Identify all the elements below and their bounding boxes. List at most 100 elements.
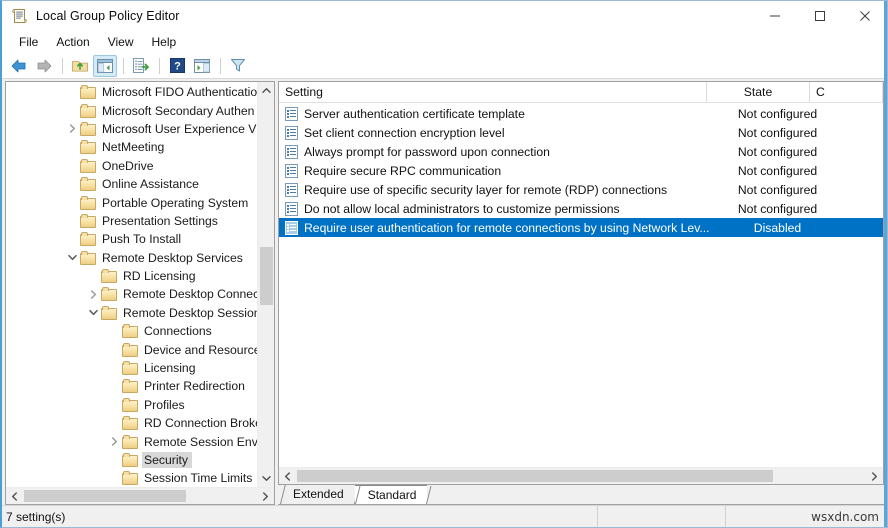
filter-button[interactable] <box>226 55 250 77</box>
tree-node-microsoft-fido-authentication[interactable]: Microsoft FIDO Authentication <box>6 83 257 101</box>
tree-node-label: Microsoft User Experience Vi <box>102 121 257 136</box>
settings-list-rows: Server authentication certificate templa… <box>279 103 883 467</box>
tree-node-label: Licensing <box>144 361 196 376</box>
table-row[interactable]: Do not allow local administrators to cus… <box>279 199 883 218</box>
setting-name-cell: Always prompt for password upon connecti… <box>304 144 550 159</box>
setting-name-cell: Do not allow local administrators to cus… <box>304 201 620 216</box>
setting-state-cell: Not configured <box>737 125 818 140</box>
back-button[interactable] <box>7 55 31 77</box>
chevron-right-icon[interactable] <box>64 120 80 138</box>
watermark-text: wsxdn.com <box>725 505 887 527</box>
settings-list-pane: Setting State C Server authentication ce… <box>278 81 884 505</box>
chevron-down-icon[interactable] <box>258 470 274 487</box>
tree-node-presentation-settings[interactable]: Presentation Settings <box>6 212 257 230</box>
setting-state-cell: Not configured <box>737 144 818 159</box>
tree-node-licensing[interactable]: Licensing <box>6 359 257 377</box>
tree-node-remote-desktop-connec[interactable]: Remote Desktop Connec <box>6 285 257 303</box>
tree-node-remote-session-envir[interactable]: Remote Session Envir <box>6 432 257 450</box>
show-hide-console-tree-button[interactable] <box>93 54 117 77</box>
menu-view[interactable]: View <box>99 33 143 51</box>
policy-setting-icon <box>285 163 298 178</box>
tree-node-session-time-limits[interactable]: Session Time Limits <box>6 469 257 487</box>
policy-setting-icon <box>285 125 298 140</box>
tab-standard[interactable]: Standard <box>354 485 432 504</box>
tree-node-label: Remote Session Envir <box>144 434 257 449</box>
show-hide-action-pane-button[interactable] <box>190 55 214 77</box>
tree-node-label: Push To Install <box>102 232 182 247</box>
table-row[interactable]: Require user authentication for remote c… <box>279 218 883 237</box>
tree-node-netmeeting[interactable]: NetMeeting <box>6 138 257 156</box>
folder-icon <box>122 471 139 486</box>
tree-node-onedrive[interactable]: OneDrive <box>6 157 257 175</box>
folder-icon <box>80 250 97 265</box>
minimize-button[interactable] <box>752 1 797 31</box>
tree-node-microsoft-user-experience-vi[interactable]: Microsoft User Experience Vi <box>6 120 257 138</box>
table-row[interactable]: Require use of specific security layer f… <box>279 180 883 199</box>
toolbar-separator <box>62 57 63 74</box>
tree-node-security[interactable]: Security <box>6 451 257 469</box>
list-hscroll-thumb[interactable] <box>297 470 773 482</box>
table-row[interactable]: Always prompt for password upon connecti… <box>279 142 883 161</box>
toolbar-separator <box>123 57 124 74</box>
tree-node-remote-desktop-services[interactable]: Remote Desktop Services <box>6 249 257 267</box>
tree-vertical-scrollbar[interactable] <box>257 82 274 487</box>
folder-icon <box>101 305 118 320</box>
chevron-right-icon[interactable] <box>85 285 101 303</box>
tree-node-profiles[interactable]: Profiles <box>6 396 257 414</box>
list-horizontal-scrollbar[interactable] <box>279 467 883 484</box>
chevron-up-icon[interactable] <box>258 82 274 99</box>
folder-icon <box>122 324 139 339</box>
table-row[interactable]: Server authentication certificate templa… <box>279 104 883 123</box>
export-list-button[interactable] <box>129 55 153 77</box>
folder-icon <box>80 121 97 136</box>
tree-horizontal-scrollbar[interactable] <box>6 487 274 504</box>
chevron-down-icon[interactable] <box>64 249 80 267</box>
menu-help[interactable]: Help <box>143 33 186 51</box>
tree-scroll-thumb[interactable] <box>260 247 273 305</box>
tree-node-label: Profiles <box>144 397 185 412</box>
help-button[interactable]: ? <box>165 55 189 77</box>
menu-action[interactable]: Action <box>47 33 98 51</box>
toolbar: ? <box>2 53 887 79</box>
list-header-row: Setting State C <box>279 82 883 103</box>
tree-node-rd-licensing[interactable]: RD Licensing <box>6 267 257 285</box>
menu-file[interactable]: File <box>10 33 47 51</box>
tree-node-label: Microsoft FIDO Authentication <box>102 85 257 100</box>
tab-extended[interactable]: Extended <box>280 485 360 504</box>
tree-node-online-assistance[interactable]: Online Assistance <box>6 175 257 193</box>
folder-icon <box>80 85 97 100</box>
tree-node-label: Online Assistance <box>102 177 199 192</box>
tree-node-remote-desktop-session[interactable]: Remote Desktop Session <box>6 304 257 322</box>
tree-node-printer-redirection[interactable]: Printer Redirection <box>6 377 257 395</box>
console-tree[interactable]: Microsoft FIDO Authentication Microsoft S… <box>6 82 274 487</box>
tree-node-microsoft-secondary-authen[interactable]: Microsoft Secondary Authen <box>6 101 257 119</box>
tree-node-portable-operating-system[interactable]: Portable Operating System <box>6 193 257 211</box>
tree-node-rd-connection-broke[interactable]: RD Connection Broke <box>6 414 257 432</box>
tree-node-label: Remote Desktop Services <box>102 250 243 265</box>
up-one-level-button[interactable] <box>68 55 92 77</box>
tree-node-device-and-resource[interactable]: Device and Resource <box>6 340 257 358</box>
settings-list-view[interactable]: Setting State C Server authentication ce… <box>278 81 884 485</box>
chevron-left-icon[interactable] <box>6 488 23 504</box>
column-header-setting[interactable]: Setting <box>279 82 707 102</box>
chevron-right-icon[interactable] <box>106 433 122 451</box>
chevron-right-icon[interactable] <box>866 468 883 484</box>
chevron-right-icon[interactable] <box>257 488 274 504</box>
chevron-left-icon[interactable] <box>279 468 296 484</box>
tree-hscroll-thumb[interactable] <box>24 490 186 502</box>
tree-node-push-to-install[interactable]: Push To Install <box>6 230 257 248</box>
table-row[interactable]: Require secure RPC communication Not conf… <box>279 161 883 180</box>
forward-button[interactable] <box>32 55 56 77</box>
column-header-state[interactable]: State <box>707 82 810 102</box>
tree-node-label: Portable Operating System <box>102 195 249 210</box>
folder-icon <box>80 158 97 173</box>
tree-node-connections[interactable]: Connections <box>6 322 257 340</box>
chevron-down-icon[interactable] <box>85 304 101 322</box>
maximize-button[interactable] <box>797 1 842 31</box>
svg-text:?: ? <box>174 61 181 73</box>
column-header-comment[interactable]: C <box>810 82 883 102</box>
policy-setting-icon <box>285 220 298 235</box>
close-button[interactable] <box>842 1 887 31</box>
table-row[interactable]: Set client connection encryption level No… <box>279 123 883 142</box>
setting-name-cell: Require use of specific security layer f… <box>304 182 668 197</box>
